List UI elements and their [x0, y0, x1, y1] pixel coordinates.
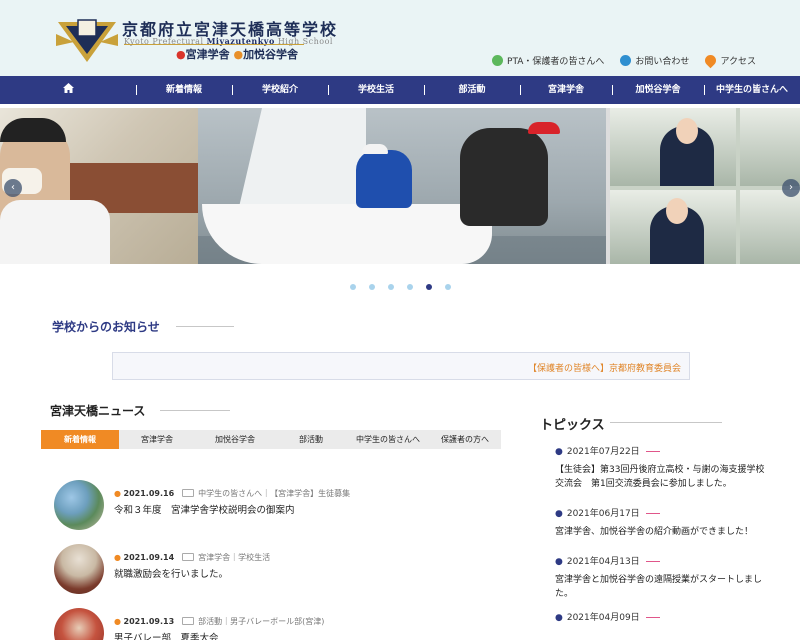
news-thumbnail[interactable]	[54, 544, 104, 594]
slide-photo-chorus	[610, 108, 800, 264]
topic-item[interactable]: ● 2021年04月13日 宮津学舎と加悦谷学舎の遠隔授業がスタートしました。	[555, 554, 770, 601]
news-title[interactable]: 就職激励会を行いました。	[114, 566, 228, 580]
site-header: 京都府立宮津天橋高等学校 Kyoto Prefectural Miyazuten…	[0, 0, 800, 76]
news-category[interactable]: 部活動｜男子バレーボール部(宮津)	[198, 617, 324, 626]
slider-dot[interactable]	[407, 284, 413, 290]
topic-date: ● 2021年06月17日	[555, 506, 770, 519]
pta-link[interactable]: PTA・保護者の皆さんへ	[492, 54, 604, 67]
nav-news[interactable]: 新着情報	[136, 76, 232, 104]
nav-school-life[interactable]: 学校生活	[328, 76, 424, 104]
slide-photo-classroom	[0, 108, 198, 264]
notice-link[interactable]: 【保護者の皆様へ】京都府教育委員会	[528, 361, 681, 374]
tab-junior-high[interactable]: 中学生の皆さんへ	[347, 430, 429, 449]
news-date: 2021.09.16	[123, 489, 175, 498]
news-item[interactable]: ● 2021.09.13 部活動｜男子バレーボール部(宮津) 男子バレー部 夏季大…	[54, 608, 494, 640]
news-meta: ● 2021.09.14 宮津学舎｜学校生活	[114, 553, 271, 562]
tab-parents[interactable]: 保護者の方へ	[429, 430, 501, 449]
topic-date: ● 2021年04月09日	[555, 610, 770, 623]
main-nav: 新着情報 学校紹介 学校生活 部活動 宮津学舎 加悦谷学舎 中学生の皆さんへ	[0, 76, 800, 104]
tab-clubs[interactable]: 部活動	[275, 430, 347, 449]
school-emblem-icon[interactable]	[56, 16, 118, 64]
news-date: 2021.09.14	[123, 553, 175, 562]
folder-icon	[182, 617, 195, 625]
notice-heading: 学校からのお知らせ	[52, 320, 234, 334]
map-pin-icon	[703, 52, 719, 69]
nav-clubs[interactable]: 部活動	[424, 76, 520, 104]
slider-dot[interactable]	[350, 284, 356, 290]
access-link[interactable]: アクセス	[703, 52, 756, 69]
nav-miyazu[interactable]: 宮津学舎	[520, 76, 612, 104]
nav-junior-high[interactable]: 中学生の皆さんへ	[704, 76, 800, 104]
topic-item[interactable]: ● 2021年04月09日	[555, 610, 770, 623]
tab-miyazu[interactable]: 宮津学舎	[119, 430, 195, 449]
news-meta: ● 2021.09.13 部活動｜男子バレーボール部(宮津)	[114, 617, 325, 626]
news-category[interactable]: 宮津学舎｜学校生活	[198, 553, 270, 562]
hero-slider[interactable]: ‹ ›	[0, 108, 800, 264]
news-date: 2021.09.13	[123, 617, 175, 626]
slider-dot[interactable]	[388, 284, 394, 290]
topic-text[interactable]: 宮津学舎と加悦谷学舎の遠隔授業がスタートしました。	[555, 573, 770, 601]
tab-latest[interactable]: 新着情報	[41, 430, 119, 449]
topic-date: ● 2021年07月22日	[555, 444, 770, 457]
utility-links: PTA・保護者の皆さんへ お問い合わせ アクセス	[492, 52, 756, 69]
topic-date: ● 2021年04月13日	[555, 554, 770, 567]
topic-item[interactable]: ● 2021年07月22日 【生徒会】第33回丹後府立高校・与謝の海支援学校交流会…	[555, 444, 770, 491]
nav-about[interactable]: 学校紹介	[232, 76, 328, 104]
slide-photo-sailing	[198, 108, 606, 264]
topic-text[interactable]: 宮津学舎、加悦谷学舎の紹介動画ができました！	[555, 525, 770, 539]
news-heading: 宮津天橋ニュース	[50, 404, 231, 418]
slider-dots	[350, 284, 451, 290]
topic-text[interactable]: 【生徒会】第33回丹後府立高校・与謝の海支援学校交流会 第1回交流委員会に参加し…	[555, 463, 770, 491]
news-tabs: 新着情報 宮津学舎 加悦谷学舎 部活動 中学生の皆さんへ 保護者の方へ	[41, 430, 501, 449]
slider-dot[interactable]	[426, 284, 432, 290]
slider-prev-arrow-icon[interactable]: ‹	[4, 179, 22, 197]
phone-icon	[620, 55, 632, 66]
contact-link[interactable]: お問い合わせ	[620, 54, 689, 67]
person-icon	[492, 55, 504, 66]
news-title[interactable]: 令和３年度 宮津学舎学校説明会の御案内	[114, 502, 295, 516]
news-thumbnail[interactable]	[54, 480, 104, 530]
topics-heading: トピックス	[540, 414, 721, 433]
folder-icon	[182, 489, 195, 497]
campus-miyazu: 宮津学舎	[185, 48, 230, 61]
news-title[interactable]: 男子バレー部 夏季大会	[114, 630, 219, 640]
topic-item[interactable]: ● 2021年06月17日 宮津学舎、加悦谷学舎の紹介動画ができました！	[555, 506, 770, 539]
news-meta: ● 2021.09.16 中学生の皆さんへ｜【宮津学舎】生徒募集	[114, 489, 351, 498]
news-category[interactable]: 中学生の皆さんへ｜【宮津学舎】生徒募集	[198, 489, 350, 498]
folder-icon	[182, 553, 195, 561]
slider-dot[interactable]	[369, 284, 375, 290]
nav-kayadani[interactable]: 加悦谷学舎	[612, 76, 704, 104]
campus-names: ●宮津学舎 ●加悦谷学舎	[124, 44, 304, 62]
notice-box: 【保護者の皆様へ】京都府教育委員会	[112, 352, 690, 380]
slider-dot[interactable]	[445, 284, 451, 290]
tab-kayadani[interactable]: 加悦谷学舎	[195, 430, 275, 449]
news-thumbnail[interactable]	[54, 608, 104, 640]
news-item[interactable]: ● 2021.09.16 中学生の皆さんへ｜【宮津学舎】生徒募集 令和３年度 宮津…	[54, 480, 494, 532]
campus-kayadani: 加悦谷学舎	[243, 48, 299, 61]
news-item[interactable]: ● 2021.09.14 宮津学舎｜学校生活 就職激励会を行いました。	[54, 544, 494, 596]
slider-next-arrow-icon[interactable]: ›	[782, 179, 800, 197]
nav-home[interactable]	[0, 76, 136, 104]
home-icon	[62, 83, 74, 93]
